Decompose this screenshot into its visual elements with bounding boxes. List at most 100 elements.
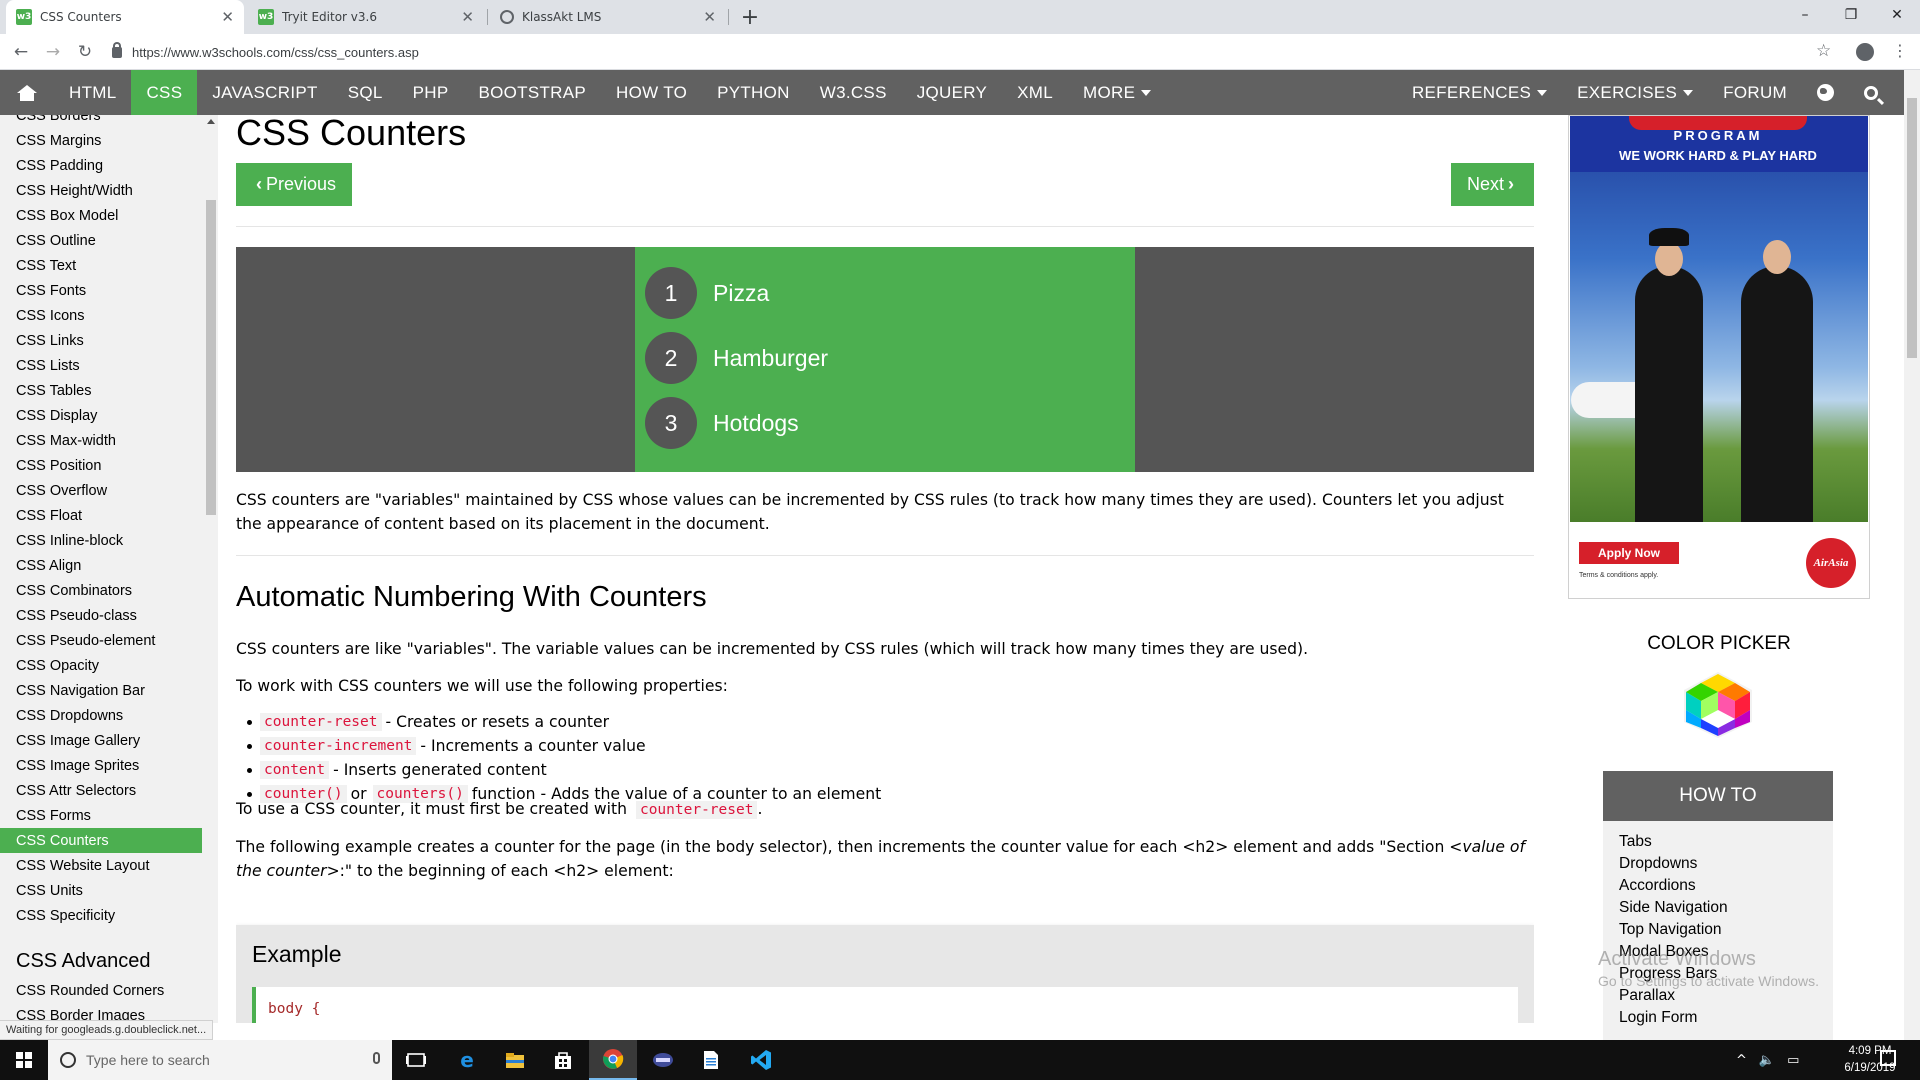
volume-icon[interactable]: 🔈 bbox=[1759, 1053, 1775, 1068]
taskbar-vscode[interactable] bbox=[737, 1040, 785, 1080]
tab-tryit-editor[interactable]: w3 Tryit Editor v3.6 ✕ bbox=[248, 0, 484, 34]
sidebar-item-combinators[interactable]: CSS Combinators bbox=[0, 578, 218, 603]
howto-link-top-navigation[interactable]: Top Navigation bbox=[1619, 919, 1833, 941]
maximize-button[interactable]: ❐ bbox=[1828, 0, 1874, 30]
nav-bootstrap[interactable]: BOOTSTRAP bbox=[463, 70, 601, 115]
nav-jquery[interactable]: JQUERY bbox=[902, 70, 1002, 115]
close-tab-icon[interactable]: ✕ bbox=[221, 8, 234, 26]
next-button[interactable]: Next › bbox=[1450, 163, 1534, 206]
sidebar-item-counters[interactable]: CSS Counters bbox=[0, 828, 202, 853]
howto-link-login-form[interactable]: Login Form bbox=[1619, 1007, 1833, 1029]
forward-arrow-icon[interactable]: → bbox=[42, 41, 64, 63]
sidebar-item-max-width[interactable]: CSS Max-width bbox=[0, 428, 218, 453]
howto-link-side-navigation[interactable]: Side Navigation bbox=[1619, 897, 1833, 919]
translate-button[interactable] bbox=[1802, 70, 1849, 115]
tab-klassakt-lms[interactable]: KlassAkt LMS ✕ bbox=[490, 0, 726, 34]
color-picker-hexagon-icon[interactable] bbox=[1678, 670, 1758, 740]
sidebar-item-dropdowns[interactable]: CSS Dropdowns bbox=[0, 703, 218, 728]
nav-more-dropdown[interactable]: MORE bbox=[1068, 70, 1166, 115]
nav-xml[interactable]: XML bbox=[1002, 70, 1068, 115]
ad-apply-button[interactable]: Apply Now bbox=[1579, 542, 1679, 564]
sidebar-item-icons[interactable]: CSS Icons bbox=[0, 303, 218, 328]
search-button[interactable] bbox=[1849, 70, 1904, 115]
sidebar-item-borders[interactable]: CSS Borders bbox=[0, 115, 218, 128]
howto-link-dropdowns[interactable]: Dropdowns bbox=[1619, 853, 1833, 875]
bookmark-star-icon[interactable]: ☆ bbox=[1816, 41, 1831, 61]
nav-w3css[interactable]: W3.CSS bbox=[805, 70, 902, 115]
nav-how-to[interactable]: HOW TO bbox=[601, 70, 702, 115]
nav-css[interactable]: CSS bbox=[131, 70, 198, 115]
network-icon[interactable]: ▭ bbox=[1787, 1053, 1799, 1068]
tab-css-counters[interactable]: w3 CSS Counters ✕ bbox=[6, 0, 244, 34]
sidebar-item-height-width[interactable]: CSS Height/Width bbox=[0, 178, 218, 203]
howto-link-tabs[interactable]: Tabs bbox=[1619, 831, 1833, 853]
taskbar-edge[interactable]: e bbox=[443, 1040, 491, 1080]
howto-link-accordions[interactable]: Accordions bbox=[1619, 875, 1833, 897]
close-window-button[interactable]: ✕ bbox=[1874, 0, 1920, 30]
minimize-button[interactable]: – bbox=[1782, 0, 1828, 30]
taskbar-chrome[interactable] bbox=[589, 1040, 637, 1080]
page-scrollbar-thumb[interactable] bbox=[1907, 98, 1917, 358]
nav-references-dropdown[interactable]: REFERENCES bbox=[1397, 70, 1562, 115]
close-tab-icon[interactable]: ✕ bbox=[703, 8, 716, 26]
sidebar-scrollbar[interactable] bbox=[204, 115, 218, 1023]
microphone-icon[interactable] bbox=[373, 1052, 380, 1064]
sidebar-item-units[interactable]: CSS Units bbox=[0, 878, 218, 903]
sidebar-item-position[interactable]: CSS Position bbox=[0, 453, 218, 478]
task-view-button[interactable] bbox=[392, 1040, 440, 1080]
advertisement-banner[interactable]: PROGRAM WE WORK HARD & PLAY HARD Apply N… bbox=[1568, 115, 1870, 599]
sidebar-item-forms[interactable]: CSS Forms bbox=[0, 803, 218, 828]
sidebar-item-opacity[interactable]: CSS Opacity bbox=[0, 653, 218, 678]
back-arrow-icon[interactable]: ← bbox=[10, 41, 32, 63]
close-tab-icon[interactable]: ✕ bbox=[461, 8, 474, 26]
taskbar-file-explorer[interactable] bbox=[491, 1040, 539, 1080]
nav-sql[interactable]: SQL bbox=[333, 70, 398, 115]
scroll-up-arrow-icon[interactable] bbox=[207, 119, 215, 124]
sidebar-item-tables[interactable]: CSS Tables bbox=[0, 378, 218, 403]
reload-icon[interactable]: ↻ bbox=[74, 41, 96, 63]
start-button[interactable] bbox=[0, 1040, 48, 1080]
sidebar-item-overflow[interactable]: CSS Overflow bbox=[0, 478, 218, 503]
sidebar-item-float[interactable]: CSS Float bbox=[0, 503, 218, 528]
taskbar-document[interactable] bbox=[687, 1040, 735, 1080]
sidebar-item-pseudo-element[interactable]: CSS Pseudo-element bbox=[0, 628, 218, 653]
sidebar-item-attr-selectors[interactable]: CSS Attr Selectors bbox=[0, 778, 218, 803]
sidebar-item-text[interactable]: CSS Text bbox=[0, 253, 218, 278]
previous-button[interactable]: ‹ Previous bbox=[236, 163, 353, 206]
sidebar-item-website-layout[interactable]: CSS Website Layout bbox=[0, 853, 218, 878]
browser-menu-icon[interactable]: ⋮ bbox=[1892, 41, 1908, 60]
home-nav-button[interactable] bbox=[0, 70, 54, 115]
page-scrollbar[interactable] bbox=[1904, 70, 1920, 1040]
nav-exercises-dropdown[interactable]: EXERCISES bbox=[1562, 70, 1708, 115]
sidebar-item-lists[interactable]: CSS Lists bbox=[0, 353, 218, 378]
taskbar-store[interactable] bbox=[539, 1040, 587, 1080]
nav-php[interactable]: PHP bbox=[398, 70, 464, 115]
sidebar-item-margins[interactable]: CSS Margins bbox=[0, 128, 218, 153]
new-tab-button[interactable]: + bbox=[738, 3, 762, 31]
sidebar-item-links[interactable]: CSS Links bbox=[0, 328, 218, 353]
sidebar-item-outline[interactable]: CSS Outline bbox=[0, 228, 218, 253]
sidebar-item-rounded-corners[interactable]: CSS Rounded Corners bbox=[0, 978, 218, 1003]
taskbar-search-box[interactable]: Type here to search bbox=[48, 1040, 392, 1080]
sidebar-scrollbar-thumb[interactable] bbox=[206, 200, 216, 515]
sidebar-item-navigation-bar[interactable]: CSS Navigation Bar bbox=[0, 678, 218, 703]
sidebar-item-fonts[interactable]: CSS Fonts bbox=[0, 278, 218, 303]
nav-forum[interactable]: FORUM bbox=[1708, 70, 1802, 115]
nav-html[interactable]: HTML bbox=[54, 70, 131, 115]
sidebar-item-box-model[interactable]: CSS Box Model bbox=[0, 203, 218, 228]
nav-javascript[interactable]: JAVASCRIPT bbox=[197, 70, 332, 115]
url-field[interactable]: https://www.w3schools.com/css/css_counte… bbox=[112, 38, 1772, 66]
sidebar-item-display[interactable]: CSS Display bbox=[0, 403, 218, 428]
notification-icon[interactable] bbox=[1880, 1050, 1896, 1066]
sidebar-item-inline-block[interactable]: CSS Inline-block bbox=[0, 528, 218, 553]
sidebar-item-pseudo-class[interactable]: CSS Pseudo-class bbox=[0, 603, 218, 628]
profile-avatar-icon[interactable] bbox=[1856, 43, 1874, 61]
nav-python[interactable]: PYTHON bbox=[702, 70, 805, 115]
sidebar-item-padding[interactable]: CSS Padding bbox=[0, 153, 218, 178]
taskbar-app-launcher[interactable] bbox=[639, 1040, 687, 1080]
sidebar-item-image-sprites[interactable]: CSS Image Sprites bbox=[0, 753, 218, 778]
tray-chevron-up-icon[interactable]: ^ bbox=[1736, 1053, 1747, 1068]
sidebar-item-specificity[interactable]: CSS Specificity bbox=[0, 903, 218, 928]
sidebar-item-image-gallery[interactable]: CSS Image Gallery bbox=[0, 728, 218, 753]
sidebar-item-align[interactable]: CSS Align bbox=[0, 553, 218, 578]
